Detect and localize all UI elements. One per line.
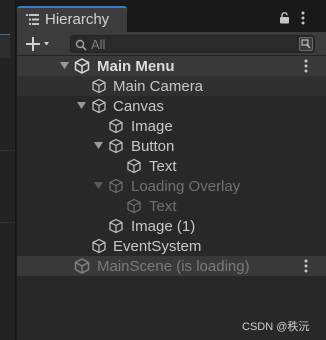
tree-item-image[interactable]: Image bbox=[17, 116, 326, 136]
tree-item-text[interactable]: Text bbox=[17, 156, 326, 176]
gameobject-cube-icon bbox=[92, 238, 106, 254]
scene-label: MainScene (is loading) bbox=[97, 258, 250, 275]
expanded-arrow-icon[interactable] bbox=[94, 142, 103, 150]
search-filter-icon[interactable] bbox=[299, 37, 313, 51]
tab-bar: Hierarchy bbox=[17, 0, 326, 32]
hierarchy-panel: Hierarchy All Main Menu Main Camera Canv… bbox=[17, 0, 326, 340]
gameobject-cube-icon bbox=[109, 118, 123, 134]
divider bbox=[0, 222, 15, 223]
gameobject-cube-icon bbox=[92, 78, 106, 94]
tree-item-canvas[interactable]: Canvas bbox=[17, 96, 326, 116]
tree-item-label: Canvas bbox=[113, 98, 164, 115]
kebab-menu-icon[interactable] bbox=[301, 11, 305, 25]
tree-item-label: Text bbox=[149, 198, 177, 215]
scene-row-main-menu[interactable]: Main Menu bbox=[17, 56, 326, 76]
tab-hierarchy[interactable]: Hierarchy bbox=[17, 6, 127, 32]
expanded-arrow-icon[interactable] bbox=[94, 182, 103, 190]
unity-scene-icon bbox=[74, 58, 90, 74]
kebab-menu-icon[interactable] bbox=[304, 59, 308, 73]
tree-item-main-camera[interactable]: Main Camera bbox=[17, 76, 326, 96]
gameobject-cube-icon bbox=[92, 98, 106, 114]
scene-row-mainscene-loading[interactable]: MainScene (is loading) bbox=[17, 256, 326, 276]
lock-icon[interactable] bbox=[279, 12, 290, 24]
search-placeholder: All bbox=[91, 37, 106, 52]
watermark: CSDN @秩沅 bbox=[242, 321, 310, 333]
expanded-arrow-icon[interactable] bbox=[77, 102, 86, 110]
hierarchy-toolbar: All bbox=[17, 32, 326, 56]
gameobject-cube-icon bbox=[127, 158, 141, 174]
expanded-arrow-icon[interactable] bbox=[60, 62, 69, 70]
tree-item-label: EventSystem bbox=[113, 238, 202, 255]
tree-item-label: Main Camera bbox=[113, 78, 204, 95]
search-icon bbox=[75, 39, 87, 51]
tree-item-label: Text bbox=[149, 158, 177, 175]
tree-item-eventsystem[interactable]: EventSystem bbox=[17, 236, 326, 256]
tree-item-label: Loading Overlay bbox=[131, 178, 241, 195]
scene-label: Main Menu bbox=[97, 58, 175, 75]
gameobject-cube-icon bbox=[109, 178, 123, 194]
tree-item-label: Button bbox=[131, 138, 175, 155]
tree-item-text-inactive[interactable]: Text bbox=[17, 196, 326, 216]
tree-item-button[interactable]: Button bbox=[17, 136, 326, 156]
tab-label: Hierarchy bbox=[45, 11, 110, 28]
tree-item-label: Image bbox=[131, 118, 173, 135]
gameobject-cube-icon bbox=[127, 198, 141, 214]
gameobject-cube-icon bbox=[109, 138, 123, 154]
hierarchy-list-icon bbox=[26, 14, 39, 25]
tree-item-label: Image (1) bbox=[131, 218, 196, 235]
left-panel-tab-edge[interactable] bbox=[0, 34, 10, 58]
tree-item-loading-overlay[interactable]: Loading Overlay bbox=[17, 176, 326, 196]
gameobject-cube-icon bbox=[109, 218, 123, 234]
search-input[interactable]: All bbox=[70, 35, 315, 53]
kebab-menu-icon[interactable] bbox=[304, 259, 308, 273]
left-editor-strip bbox=[0, 0, 16, 340]
divider bbox=[0, 150, 15, 151]
add-dropdown-button[interactable] bbox=[23, 34, 57, 54]
unity-scene-icon bbox=[74, 258, 90, 274]
tree-item-image-1[interactable]: Image (1) bbox=[17, 216, 326, 236]
